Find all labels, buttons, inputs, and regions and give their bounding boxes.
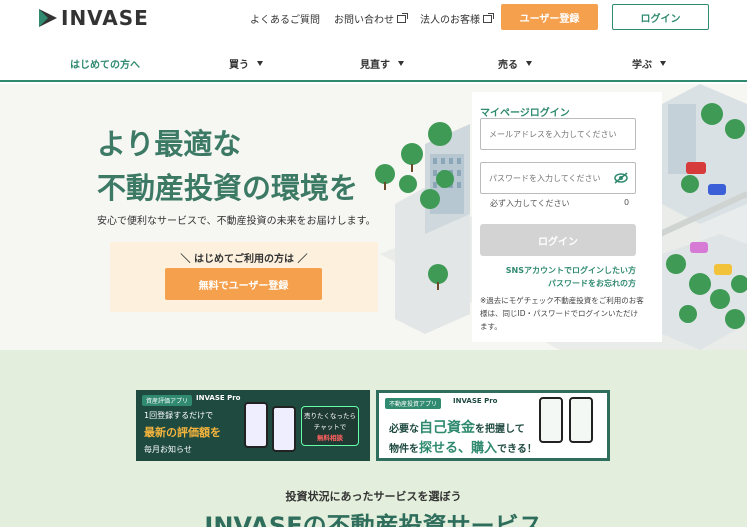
required-count: 0 — [624, 198, 630, 207]
banner-line1-post: を把握して — [475, 424, 525, 435]
password-input[interactable] — [480, 162, 636, 194]
bubble-line2: チャットで — [313, 423, 347, 431]
top-links: よくあるご質問 お問い合わせ 法人のお客様 — [250, 11, 506, 26]
hero-title-line2: 不動産投資の環境を — [97, 171, 359, 205]
login-button-header[interactable]: ログイン — [612, 4, 709, 30]
contact-link[interactable]: お問い合わせ — [334, 11, 408, 26]
banner-line3: 毎月お知らせ — [144, 445, 192, 454]
services-title: INVASEの不動産投資サービス — [204, 512, 543, 527]
required-note: 必ず入力してください — [490, 199, 570, 208]
external-link-icon — [483, 12, 494, 23]
nav-item-sell[interactable]: 売る — [498, 56, 532, 71]
banner-line2: 最新の評価額を — [144, 426, 221, 439]
logo-mark-icon — [39, 9, 57, 27]
banner-tag: 資産評価アプリ — [142, 395, 193, 406]
nav-item-label: はじめての方へ — [70, 60, 140, 71]
nav-item-label: 見直す — [360, 60, 390, 71]
hero-title: より最適な 不動産投資の環境を — [97, 122, 358, 210]
banner-line1: 1回登録するだけで — [144, 411, 214, 420]
pro-valuation-banner[interactable]: 資産評価アプリ INVASE Pro 1回登録するだけで 最新の評価額を 毎月お… — [136, 390, 370, 461]
external-link-icon — [397, 12, 408, 23]
banner-tag: 不動産投資アプリ — [385, 398, 442, 409]
caret-down-icon — [660, 61, 666, 66]
faq-link[interactable]: よくあるご質問 — [250, 11, 320, 26]
caret-down-icon — [398, 61, 404, 66]
banner-line1-pre: 必要な — [389, 424, 419, 435]
banner-line1-highlight: 自己資金 — [419, 420, 475, 436]
phone-illustration — [244, 402, 268, 448]
hero-title-line1: より最適な — [97, 127, 242, 161]
email-input[interactable] — [480, 118, 636, 150]
phone-illustration — [569, 397, 593, 443]
nav-item-review[interactable]: 見直す — [360, 56, 404, 71]
main-nav: はじめての方へ 買う 見直す 売る 学ぶ — [0, 50, 747, 82]
caret-down-icon — [257, 61, 263, 66]
banner-line1: 必要な自己資金を把握して — [389, 417, 525, 437]
banner-line2: 物件を探せる、購入できる！ — [389, 437, 537, 456]
chat-bubble: 売りたくなったら チャットで 無料相談 — [301, 406, 359, 446]
caret-down-icon — [526, 61, 532, 66]
free-register-button[interactable]: 無料でユーザー登録 — [165, 268, 322, 300]
corporate-link[interactable]: 法人のお客様 — [420, 11, 494, 26]
hero-section: より最適な 不動産投資の環境を 安心で便利なサービスで、不動産投資の未来をお届け… — [0, 84, 747, 350]
nav-item-beginners[interactable]: はじめての方へ — [70, 56, 140, 71]
phone-illustration — [272, 406, 296, 452]
services-caption: 投資状況にあったサービスを選ぼう — [285, 490, 462, 503]
banner-brand: INVASE Pro — [453, 397, 498, 405]
corporate-link-label: 法人のお客様 — [420, 15, 480, 26]
site-header: INVASE よくあるご質問 お問い合わせ 法人のお客様 ユーザー登録 ログイン… — [0, 0, 747, 82]
cta-caption: ＼ はじめてご利用の方は ／ — [180, 254, 308, 265]
nav-item-learn[interactable]: 学ぶ — [632, 56, 666, 71]
banner-line2-highlight: 探せる、購入 — [419, 441, 498, 456]
faq-link-label: よくあるご質問 — [250, 15, 320, 26]
nav-item-label: 売る — [498, 60, 518, 71]
banner-line2-post: できる！ — [497, 444, 537, 455]
nav-item-label: 学ぶ — [632, 60, 652, 71]
hero-subtitle: 安心で便利なサービスで、不動産投資の未来をお届けします。 — [97, 216, 376, 227]
login-card: マイページログイン 必ず入力してください 0 ログイン SNSアカウントでログイ… — [472, 92, 662, 342]
nav-item-label: 買う — [229, 60, 249, 71]
register-button[interactable]: ユーザー登録 — [501, 4, 598, 30]
bubble-line1: 売りたくなったら — [304, 412, 356, 420]
login-note: ※過去にモゲチェック不動産投資をご利用のお客様は、同じID・パスワードでログイン… — [480, 296, 644, 331]
logo-text: INVASE — [61, 6, 149, 30]
banner-line2-pre: 物件を — [389, 444, 419, 455]
services-section: 資産評価アプリ INVASE Pro 1回登録するだけで 最新の評価額を 毎月お… — [0, 350, 747, 527]
phone-illustration — [539, 397, 563, 443]
contact-link-label: お問い合わせ — [334, 15, 394, 26]
bubble-line3: 無料相談 — [317, 434, 343, 442]
login-title: マイページログイン — [480, 108, 570, 119]
logo[interactable]: INVASE — [37, 6, 149, 30]
sns-login-link[interactable]: SNSアカウントでログインしたい方 — [506, 265, 636, 276]
pro-investment-banner[interactable]: 不動産投資アプリ INVASE Pro 必要な自己資金を把握して 物件を探せる、… — [376, 390, 610, 461]
eye-slash-icon[interactable] — [614, 172, 628, 184]
login-button[interactable]: ログイン — [480, 224, 636, 256]
banner-brand: INVASE Pro — [196, 394, 241, 402]
nav-item-buy[interactable]: 買う — [229, 56, 263, 71]
cta-box: ＼ はじめてご利用の方は ／ 無料でユーザー登録 — [110, 242, 378, 312]
forgot-password-link[interactable]: パスワードをお忘れの方 — [548, 278, 636, 289]
